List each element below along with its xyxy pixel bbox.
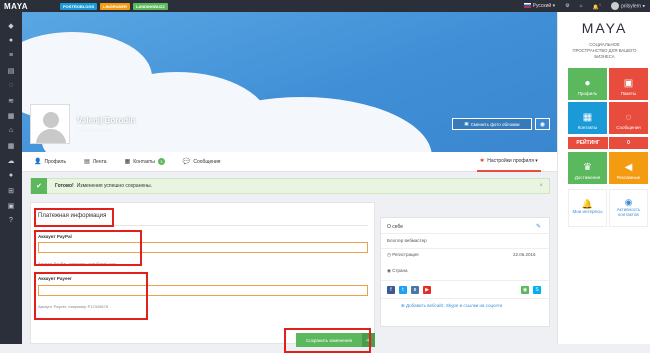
badge-lingruder[interactable]: LINGRUDER: [100, 2, 130, 10]
youtube-icon[interactable]: ▶: [423, 286, 431, 294]
left-sidebar: ◆ ● ≡ ▤ ◌ ≋ ▦ ⌂ ▦ ☁ ● ⊞ ▣ ?: [0, 12, 22, 344]
contacts-icon: ▦: [124, 159, 131, 165]
feed-icon: ▤: [84, 159, 90, 165]
globe-icon: ◉: [624, 196, 633, 207]
country-label: ◉ Страна: [387, 268, 408, 273]
profile-tabs: 👤 Профиль ▤ Лента ▦ Контакты 3 💬 Сообщения ✱ Н…: [22, 152, 557, 172]
tile-my-interests[interactable]: 🔔 Мои интересы: [568, 189, 607, 227]
profile-date: profile since 2016: [77, 128, 113, 133]
bell-icon: 🔔: [581, 199, 594, 209]
megaphone-icon: ◀: [624, 162, 633, 173]
profile-photo[interactable]: [30, 104, 70, 144]
about-card: О себе ✎ Блоггер вебмастер ◷ Регистрация…: [380, 217, 551, 327]
tile-packages[interactable]: ▣ Пакеты: [609, 68, 648, 100]
avatar: [611, 2, 620, 10]
add-links[interactable]: ⊕ Добавить вебсайт, Skype и ссылки на со…: [401, 303, 502, 309]
person-icon: 👤: [34, 159, 42, 165]
plus-icon: ⊕: [401, 303, 405, 308]
payment-card: Платежная информация Аккаунт PayPal Акка…: [30, 202, 375, 353]
document-icon[interactable]: ▤: [0, 63, 22, 78]
about-bio: Блоггер вебмастер: [387, 238, 427, 243]
language-selector[interactable]: Русский ▾: [523, 3, 555, 9]
tab-feed[interactable]: ▤ Лента: [84, 158, 107, 166]
main-content: Valenij Borodin profile since 2016 ▣ Сме…: [22, 12, 557, 353]
badge-landingbuzz[interactable]: LANDINGBUZZ: [132, 2, 168, 10]
tile-messages[interactable]: ◌ Сообщения: [609, 102, 648, 134]
settings-icon[interactable]: ⚙: [565, 3, 569, 9]
tile-contacts[interactable]: ▦ Контакты: [568, 102, 607, 134]
tab-settings[interactable]: ✱ Настройки профиля ▾: [477, 152, 541, 172]
group-icon[interactable]: ●: [0, 168, 22, 183]
maya-logo: MAYA: [581, 20, 628, 36]
about-title: О себе: [387, 224, 404, 230]
skype-icon[interactable]: S: [533, 286, 541, 294]
user-icon[interactable]: ●: [0, 33, 22, 48]
highlight-save: [284, 328, 371, 353]
registration-date: 22.06.2016: [513, 252, 536, 257]
vk-icon[interactable]: в: [411, 286, 419, 294]
help-icon[interactable]: ?: [0, 213, 22, 228]
tile-contact-activity[interactable]: ◉ Активность контактов: [609, 189, 648, 227]
tile-ads[interactable]: ◀ Рекламные: [609, 152, 648, 184]
highlight-title: [34, 208, 114, 227]
messages-icon: 💬: [182, 159, 191, 165]
dashboard-icon[interactable]: ◆: [0, 18, 22, 33]
registration-label: ◷ Регистрация: [387, 252, 419, 257]
bank-icon[interactable]: ⌂: [0, 123, 22, 138]
user-menu[interactable]: prilsylern ▾: [611, 2, 645, 10]
clock-icon: ◷: [387, 252, 391, 257]
change-cover-button[interactable]: ▣ Сменить фото обложки: [452, 118, 532, 130]
notifications-icon[interactable]: 🔔9: [593, 2, 601, 11]
tile-achievements[interactable]: ♛ Достижения: [568, 152, 607, 184]
chat-icon: ◌: [625, 112, 632, 123]
check-icon: ✔: [31, 178, 47, 194]
cart-icon: ▣: [623, 78, 634, 89]
right-panel: MAYA СОЦИАЛЬНОЕ ПРОСТРАНСТВО ДЛЯ ВАШЕГО …: [557, 12, 650, 344]
tile-profile[interactable]: ● Профиль: [568, 68, 607, 100]
chat-icon[interactable]: ◌: [0, 78, 22, 93]
twitter-icon[interactable]: t: [399, 286, 407, 294]
success-alert: ✔ Готово! Изменения успешно сохранены. ×: [30, 178, 550, 194]
eye-icon[interactable]: ◉: [535, 118, 550, 130]
camera-icon: ▣: [464, 121, 469, 126]
tab-messages[interactable]: 💬 Сообщения: [182, 158, 221, 166]
home-icon[interactable]: ⌂: [580, 3, 583, 9]
tab-contacts[interactable]: ▦ Контакты 3: [125, 158, 165, 165]
wifi-icon[interactable]: ≋: [0, 93, 22, 108]
cover-image: Valenij Borodin profile since 2016 ▣ Сме…: [22, 12, 557, 152]
pin-icon: ◉: [387, 268, 391, 273]
plus-box-icon[interactable]: ⊞: [0, 183, 22, 198]
tab-profile[interactable]: 👤 Профиль: [34, 158, 66, 166]
trophy-icon: ♛: [583, 162, 592, 173]
gear-icon: ✱: [480, 158, 485, 164]
contacts-icon: ▦: [582, 112, 593, 123]
highlight-payeer: [34, 272, 148, 320]
globe-icon[interactable]: ◉: [521, 286, 529, 294]
list-icon[interactable]: ≡: [0, 48, 22, 63]
flag-icon: [523, 3, 531, 9]
profile-name: Valenij Borodin: [77, 116, 136, 125]
close-icon[interactable]: ×: [539, 183, 543, 189]
badge-postroblogs[interactable]: POSTROBLOGS: [60, 2, 98, 10]
top-bar: MAYA POSTROBLOGS LINGRUDER LANDINGBUZZ Р…: [0, 0, 650, 12]
cloud-icon[interactable]: ☁: [0, 153, 22, 168]
pencil-icon[interactable]: ✎: [536, 223, 541, 230]
rating-bar[interactable]: РЕЙТИНГ 0: [568, 137, 648, 149]
calendar-icon[interactable]: ▦: [0, 108, 22, 123]
maya-subtitle: СОЦИАЛЬНОЕ ПРОСТРАНСТВО ДЛЯ ВАШЕГО БИЗНЕ…: [572, 42, 637, 59]
app-logo[interactable]: MAYA: [4, 2, 60, 11]
contacts-count-badge: 3: [157, 158, 165, 165]
user-icon: ●: [584, 78, 591, 89]
grid-icon[interactable]: ▦: [0, 138, 22, 153]
facebook-icon[interactable]: f: [387, 286, 395, 294]
layers-icon[interactable]: ▣: [0, 198, 22, 213]
highlight-paypal: [34, 230, 142, 266]
